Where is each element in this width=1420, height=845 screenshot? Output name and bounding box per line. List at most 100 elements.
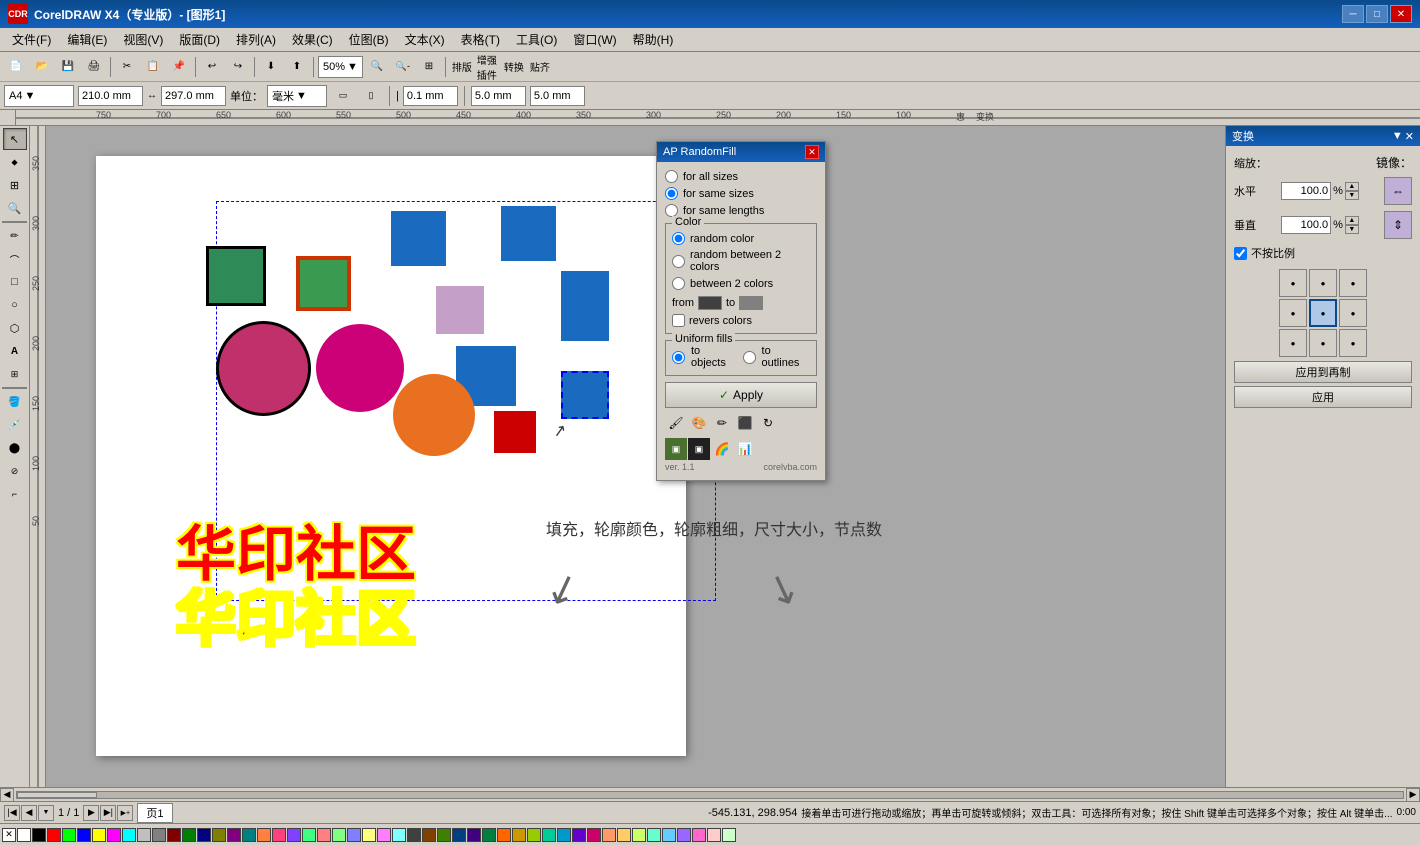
icon-btn-3[interactable]: ✏ (711, 412, 733, 434)
palette-color-35[interactable] (542, 828, 556, 842)
palette-color-8[interactable] (137, 828, 151, 842)
menu-item-v[interactable]: 视图(V) (115, 29, 171, 51)
scroll-right-btn[interactable]: ▶ (1406, 788, 1420, 802)
color1-swatch[interactable] (698, 296, 722, 310)
anchor-bc[interactable]: ● (1309, 329, 1337, 357)
panel-expand-btn[interactable]: ▼ (1392, 130, 1403, 143)
menu-item-e[interactable]: 编辑(E) (59, 29, 115, 51)
radio-between-2-input[interactable] (672, 277, 685, 290)
shape-pink-circle[interactable] (316, 324, 404, 412)
color2-swatch[interactable] (739, 296, 763, 310)
palette-color-7[interactable] (122, 828, 136, 842)
anchor-mc[interactable]: ● (1309, 299, 1337, 327)
anchor-ml[interactable]: ● (1279, 299, 1307, 327)
palette-color-0[interactable] (17, 828, 31, 842)
排版-btn[interactable]: 排版 (450, 55, 474, 79)
palette-color-16[interactable] (257, 828, 271, 842)
dialog-close-button[interactable]: ✕ (805, 145, 819, 159)
fill-tool[interactable]: 🪣 (3, 391, 27, 413)
anchor-tl[interactable]: ● (1279, 269, 1307, 297)
undo-btn[interactable]: ↩ (200, 55, 224, 79)
cut-btn[interactable]: ✂ (115, 55, 139, 79)
palette-color-46[interactable] (707, 828, 721, 842)
prev-page-btn[interactable]: ◀ (21, 805, 37, 821)
mirror-v-icon[interactable]: ⇕ (1384, 211, 1412, 239)
zoom-tool[interactable]: 🔍 (3, 197, 27, 219)
anchor-tr[interactable]: ● (1339, 269, 1367, 297)
icon-btn-8[interactable]: 🌈 (711, 438, 733, 460)
palette-color-41[interactable] (632, 828, 646, 842)
palette-color-24[interactable] (377, 828, 391, 842)
new-btn[interactable]: 📄 (4, 55, 28, 79)
menu-item-a[interactable]: 排列(A) (228, 29, 284, 51)
portrait-btn[interactable]: ▭ (331, 84, 355, 108)
palette-color-31[interactable] (482, 828, 496, 842)
palette-color-5[interactable] (92, 828, 106, 842)
icon-btn-7[interactable]: ▣ (688, 438, 710, 460)
palette-color-44[interactable] (677, 828, 691, 842)
palette-color-36[interactable] (557, 828, 571, 842)
unit-dropdown[interactable]: 毫米▼ (267, 85, 327, 107)
shape-blue-tall[interactable] (561, 271, 609, 341)
menu-item-o[interactable]: 工具(O) (508, 29, 565, 51)
first-page-btn[interactable]: |◀ (4, 805, 20, 821)
palette-color-47[interactable] (722, 828, 736, 842)
palette-color-20[interactable] (317, 828, 331, 842)
palette-color-38[interactable] (587, 828, 601, 842)
scroll-left-btn[interactable]: ◀ (0, 788, 14, 802)
palette-color-45[interactable] (692, 828, 706, 842)
palette-color-34[interactable] (527, 828, 541, 842)
radio-same-sizes-input[interactable] (665, 187, 678, 200)
horizontal-scrollbar[interactable]: ◀ ▶ (0, 787, 1420, 801)
icon-btn-5[interactable]: ↻ (757, 412, 779, 434)
palette-color-15[interactable] (242, 828, 256, 842)
landscape-btn[interactable]: ▯ (359, 84, 383, 108)
palette-color-1[interactable] (32, 828, 46, 842)
print-btn[interactable]: 🖨 (82, 55, 106, 79)
apply-to-dup-button[interactable]: 应用到再制 (1234, 361, 1412, 383)
insert-page-btn[interactable]: ▼ (38, 805, 54, 821)
table-tool[interactable]: ⊞ (3, 363, 27, 385)
h-spin-down[interactable]: ▼ (1345, 191, 1359, 200)
plugins-btn[interactable]: 增强插件 (476, 55, 500, 79)
last-page-btn[interactable]: ▶| (100, 805, 116, 821)
freehand-tool[interactable]: ✏ (3, 225, 27, 247)
ellipse-tool[interactable]: ○ (3, 294, 27, 316)
palette-color-18[interactable] (287, 828, 301, 842)
copy-btn[interactable]: 📋 (141, 55, 165, 79)
menu-item-b[interactable]: 位图(B) (341, 29, 397, 51)
panel-apply-button[interactable]: 应用 (1234, 386, 1412, 408)
palette-color-6[interactable] (107, 828, 121, 842)
rect-tool[interactable]: □ (3, 271, 27, 293)
panel-close-btn[interactable]: ✕ (1405, 130, 1414, 143)
interactive-tool[interactable]: ⬤ (3, 437, 27, 459)
palette-color-26[interactable] (407, 828, 421, 842)
width-input[interactable] (78, 86, 143, 106)
connector-tool[interactable]: ⌐ (3, 483, 27, 505)
icon-btn-2[interactable]: 🎨 (688, 412, 710, 434)
shape-green-rect[interactable] (206, 246, 266, 306)
palette-color-43[interactable] (662, 828, 676, 842)
import-btn[interactable]: ⬇ (259, 55, 283, 79)
palette-color-17[interactable] (272, 828, 286, 842)
h-scroll-track[interactable] (16, 791, 1404, 799)
pos-y-input[interactable] (530, 86, 585, 106)
text-tool[interactable]: A (3, 340, 27, 362)
revers-checkbox[interactable] (672, 314, 685, 327)
palette-color-11[interactable] (182, 828, 196, 842)
menu-item-t[interactable]: 表格(T) (453, 29, 508, 51)
zoom-dropdown[interactable]: 50% ▼ (318, 56, 363, 78)
palette-color-37[interactable] (572, 828, 586, 842)
shape-blue-rect2[interactable] (501, 206, 556, 261)
apply-button[interactable]: ✓ Apply (665, 382, 817, 408)
to-objects-radio[interactable] (672, 351, 685, 364)
dialog-title[interactable]: AP RandomFill ✕ (657, 142, 825, 162)
shape-orange-circle[interactable] (393, 374, 475, 456)
shape-blue-rect1[interactable] (391, 211, 446, 266)
v-spin-up[interactable]: ▲ (1345, 216, 1359, 225)
palette-color-3[interactable] (62, 828, 76, 842)
menu-item-c[interactable]: 效果(C) (284, 29, 341, 51)
palette-color-10[interactable] (167, 828, 181, 842)
anchor-br[interactable]: ● (1339, 329, 1367, 357)
menu-item-h[interactable]: 帮助(H) (625, 29, 682, 51)
